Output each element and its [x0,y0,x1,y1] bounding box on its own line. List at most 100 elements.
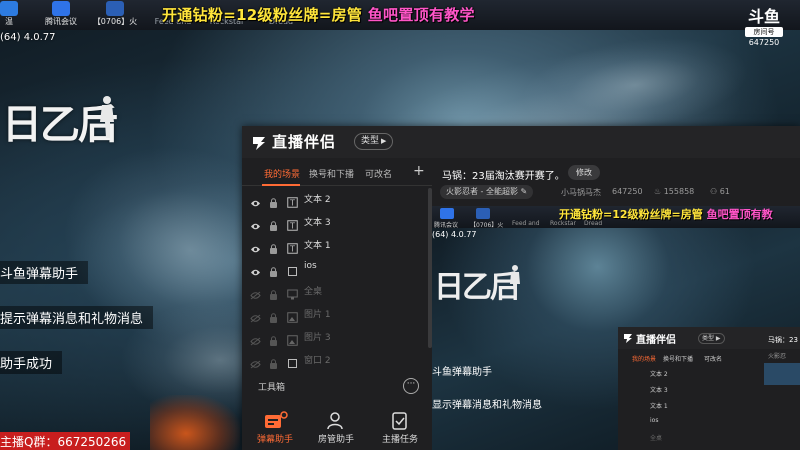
banner-text-pink: 鱼吧置顶有教学 [367,6,475,24]
preview-game-logo: 日乙后 [434,270,520,305]
toolbox-label: 工具箱 [258,383,286,393]
scene-item-label: 全桌 [304,287,323,297]
lock-icon[interactable] [269,193,278,212]
taskbar-app-1[interactable]: 温 [0,0,32,30]
panel-header: 直播伴侣 类型 ▶ [242,126,800,158]
edit-title-button[interactable]: 修改 [568,165,600,180]
taskbar-app-word-doc[interactable]: 【0706】火 [92,0,138,30]
scene-item[interactable]: 图片 1 [242,303,428,325]
scene-item-label: 文本 1 [304,241,331,251]
panel-title: 直播伴侣 [272,133,337,151]
clipboard-check-icon [392,412,407,430]
svg-text:T: T [289,245,295,254]
lock-icon[interactable] [269,354,278,373]
text-icon: T [287,216,298,235]
lock-icon[interactable] [269,331,278,350]
preview-panel-title: 直播伴侣 [636,335,676,346]
scene-item[interactable]: T 文本 2 [242,188,428,210]
lock-icon[interactable] [269,239,278,258]
preview-type-label: 类型 [702,335,715,342]
preview-app-label: 腾讯会议 [434,222,459,229]
scene-item-label: 图片 3 [304,333,331,343]
preview-room-title: 马锅：23 [768,336,798,344]
eye-icon[interactable] [250,216,261,235]
scene-item[interactable]: 全桌 [242,280,428,302]
tool-danmu-assistant[interactable]: 弹幕助手 [245,410,305,445]
meeting-app-icon [440,208,454,219]
preview-scene-item: 文本 2 [650,371,668,378]
preview-type-button: 类型 ▶ [698,333,725,344]
scene-item-label: ios [304,261,317,271]
eye-icon[interactable] [250,239,261,258]
word-doc-icon [476,208,490,219]
tool-streamer-tasks[interactable]: 主播任务 [370,410,430,445]
text-icon: T [287,239,298,258]
lock-icon[interactable] [269,308,278,327]
lock-icon[interactable] [269,216,278,235]
tab-my-scenes[interactable]: 我的场景 [264,167,300,180]
lock-icon[interactable] [269,285,278,304]
scene-item[interactable]: T 文本 3 [242,211,428,233]
hidden-eye-icon[interactable] [250,354,261,373]
app-icon [0,1,18,16]
preview-category: 火影忍 [768,353,787,360]
preview-scene-item: 全桌 [650,435,663,442]
category-chip[interactable]: 火影忍者 - 全能超影 ✎ [440,185,534,199]
room-info-area: 马锅：23届淘汰赛开赛了。 修改 火影忍者 - 全能超影 ✎ 小马锅马杰 647… [432,158,800,450]
tool-label: 弹幕助手 [256,435,293,445]
hidden-eye-icon[interactable] [250,308,261,327]
tool-label: 房管助手 [317,435,354,445]
tool-label: 主播任务 [381,435,418,445]
window-icon [287,262,298,281]
preview-banner-yellow: 开通钻粉=12级粉丝牌=房管 [559,208,703,221]
tool-admin-assistant[interactable]: 房管助手 [306,410,366,445]
hidden-eye-icon[interactable] [250,331,261,350]
danmu-assistant-icon [265,411,288,428]
tab-renamable[interactable]: 可改名 [365,167,392,180]
scene-item[interactable]: 窗口 2 [242,349,428,371]
douyu-room-badge: 斗鱼 房间号 647250 [744,8,784,48]
scene-item-label: 文本 3 [304,218,331,228]
scene-item-label: 文本 2 [304,195,331,205]
scene-item[interactable]: ios [242,257,428,279]
viewer-count: 61 [719,187,730,196]
image-icon [287,331,298,350]
live-companion-panel: 直播伴侣 类型 ▶ 我的场景 换号和下播 可改名 + T 文本 2 T 文本 3 T 文本 … [242,126,800,450]
eye-icon[interactable] [250,262,261,281]
scene-item[interactable]: 图片 3 [242,326,428,348]
preview-banner-pink: 鱼吧置顶有教 [706,208,773,221]
preview-companion-panel: 直播伴侣 类型 ▶ 我的场景 换号和下播 可改名 文本 2 文本 3 文本 1 … [618,327,800,450]
overlay-text-assistant: 斗鱼弹幕助手 [0,261,89,284]
preview-scene-item: 文本 3 [650,387,668,394]
live-preview: 腾讯会议 【0706】火 Feed and Rockstar Dread 开通钻… [432,206,800,450]
monitor-icon [287,285,298,304]
image-icon [287,308,298,327]
viewer-stat: ⚇ 61 [710,187,730,196]
scene-tabs: 我的场景 换号和下播 可改名 + [242,162,432,186]
douyu-logo: 斗鱼 [747,7,780,26]
add-scene-button[interactable]: + [413,163,425,179]
taskbar-app-label: 腾讯会议 [45,17,77,26]
flame-icon: ♨ [654,187,662,196]
tab-switch-account[interactable]: 换号和下播 [309,167,354,180]
preview-scene-item: ios [650,417,659,424]
preview-tab: 我的场景 [632,356,657,363]
heat-stat: ♨ 155858 [654,187,694,196]
scene-item[interactable]: T 文本 1 [242,234,428,256]
taskbar-app-meeting[interactable]: 腾讯会议 [38,0,84,30]
eye-icon[interactable] [250,193,261,212]
preview-app-label: 【0706】火 [470,222,504,229]
active-tab-underline [262,184,300,186]
preview-app-label: Feed and [512,220,540,227]
toolbox-more-button[interactable]: ··· [403,378,419,394]
preview-tab: 可改名 [704,356,723,363]
svg-text:T: T [289,222,295,231]
type-button[interactable]: 类型 ▶ [354,133,394,150]
preview-banner: 开通钻粉=12级粉丝牌=房管 鱼吧置顶有教 [559,206,773,222]
companion-logo-icon [624,334,632,343]
taskbar-app-label: 【0706】火 [92,17,138,26]
lock-icon[interactable] [269,262,278,281]
preview-tab: 换号和下播 [663,356,694,363]
hidden-eye-icon[interactable] [250,285,261,304]
scene-item-label: 图片 1 [304,310,331,320]
